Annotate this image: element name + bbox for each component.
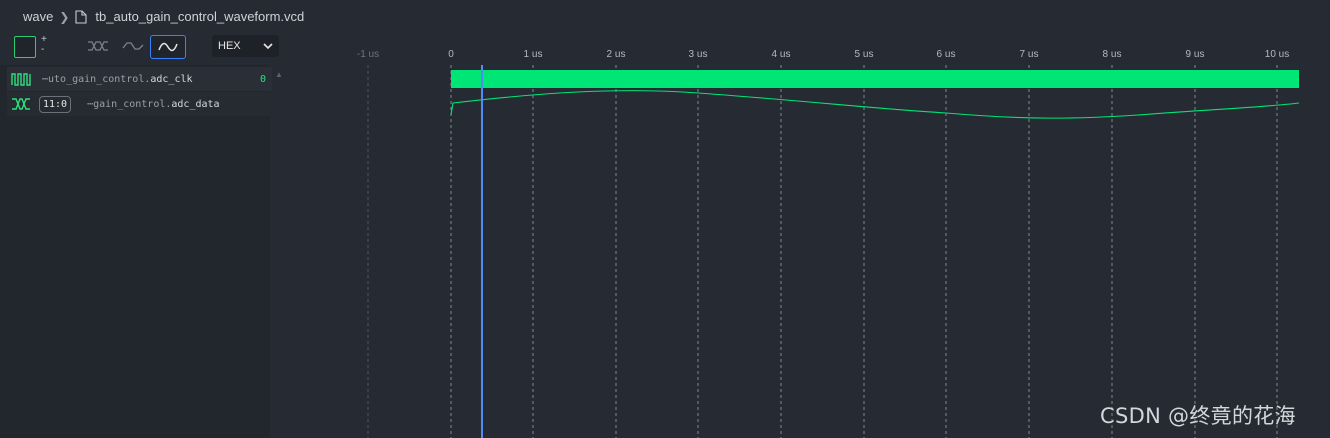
waveform-canvas[interactable] [288,65,1330,438]
time-ruler[interactable]: -1 us 0 1 us 2 us 3 us 4 us 5 us 6 us 7 … [288,33,1330,65]
signal-color-button[interactable] [14,36,36,58]
tick-label: 0 [448,49,454,60]
bus-signal-icon [11,96,33,112]
adc-data-analog-waveform [450,90,1300,119]
breadcrumb: wave ❯ tb_auto_gain_control_waveform.vcd [0,0,1330,33]
signal-value: 0 [259,73,266,85]
breadcrumb-file[interactable]: tb_auto_gain_control_waveform.vcd [95,9,304,24]
signal-path: ⋯uto_gain_control. [42,73,151,85]
watermark: CSDN @终竟的花海 [1100,404,1296,428]
radix-select[interactable]: HEX [212,35,279,57]
tick-label: 4 us [771,49,791,60]
file-icon [75,9,87,24]
tick-label: 1 us [523,49,543,60]
clock-signal-icon [11,71,33,87]
signal-row-adc-data[interactable]: 11:0 ⋯gain_control.adc_data [7,92,270,116]
bit-width-badge: 11:0 [39,95,72,113]
tick-label: 5 us [854,49,874,60]
scrollbar[interactable] [270,65,288,438]
digital-wave-icon [122,42,144,50]
signal-path: ⋯gain_control. [87,98,172,110]
radix-select-value: HEX [218,40,241,52]
adc-clk-waveform [451,70,1299,88]
chevron-down-icon [263,43,273,50]
signal-leaf-name: adc_clk [150,73,193,85]
tick-label: 2 us [606,49,626,60]
scroll-up-icon[interactable]: ▲ [275,70,283,79]
bus-icon [88,41,108,51]
signal-name: ⋯uto_gain_control.adc_clk [42,74,193,85]
grid-lines [367,65,1278,438]
digital-mode-button[interactable] [116,35,150,57]
tick-label: 3 us [688,49,708,60]
signal-name: ⋯gain_control.adc_data [87,99,219,110]
signal-leaf-name: adc_data [171,98,220,110]
tick-label: -1 us [356,49,380,60]
minus-icon[interactable]: - [41,45,47,55]
signal-list-panel [0,65,270,438]
tick-label: 8 us [1102,49,1122,60]
tick-label: 7 us [1019,49,1039,60]
analog-mode-button[interactable] [150,35,186,59]
tick-label: 6 us [936,49,956,60]
tick-label: 10 us [1264,49,1290,60]
expand-collapse-controls[interactable]: + - [41,35,47,55]
signal-row-adc-clk[interactable]: ⋯uto_gain_control.adc_clk 0 [7,67,272,91]
breadcrumb-root[interactable]: wave [23,9,53,24]
bus-mode-button[interactable] [81,35,115,57]
tick-label: 9 us [1185,49,1205,60]
analog-wave-icon [158,42,178,52]
chevron-right-icon: ❯ [59,9,70,24]
